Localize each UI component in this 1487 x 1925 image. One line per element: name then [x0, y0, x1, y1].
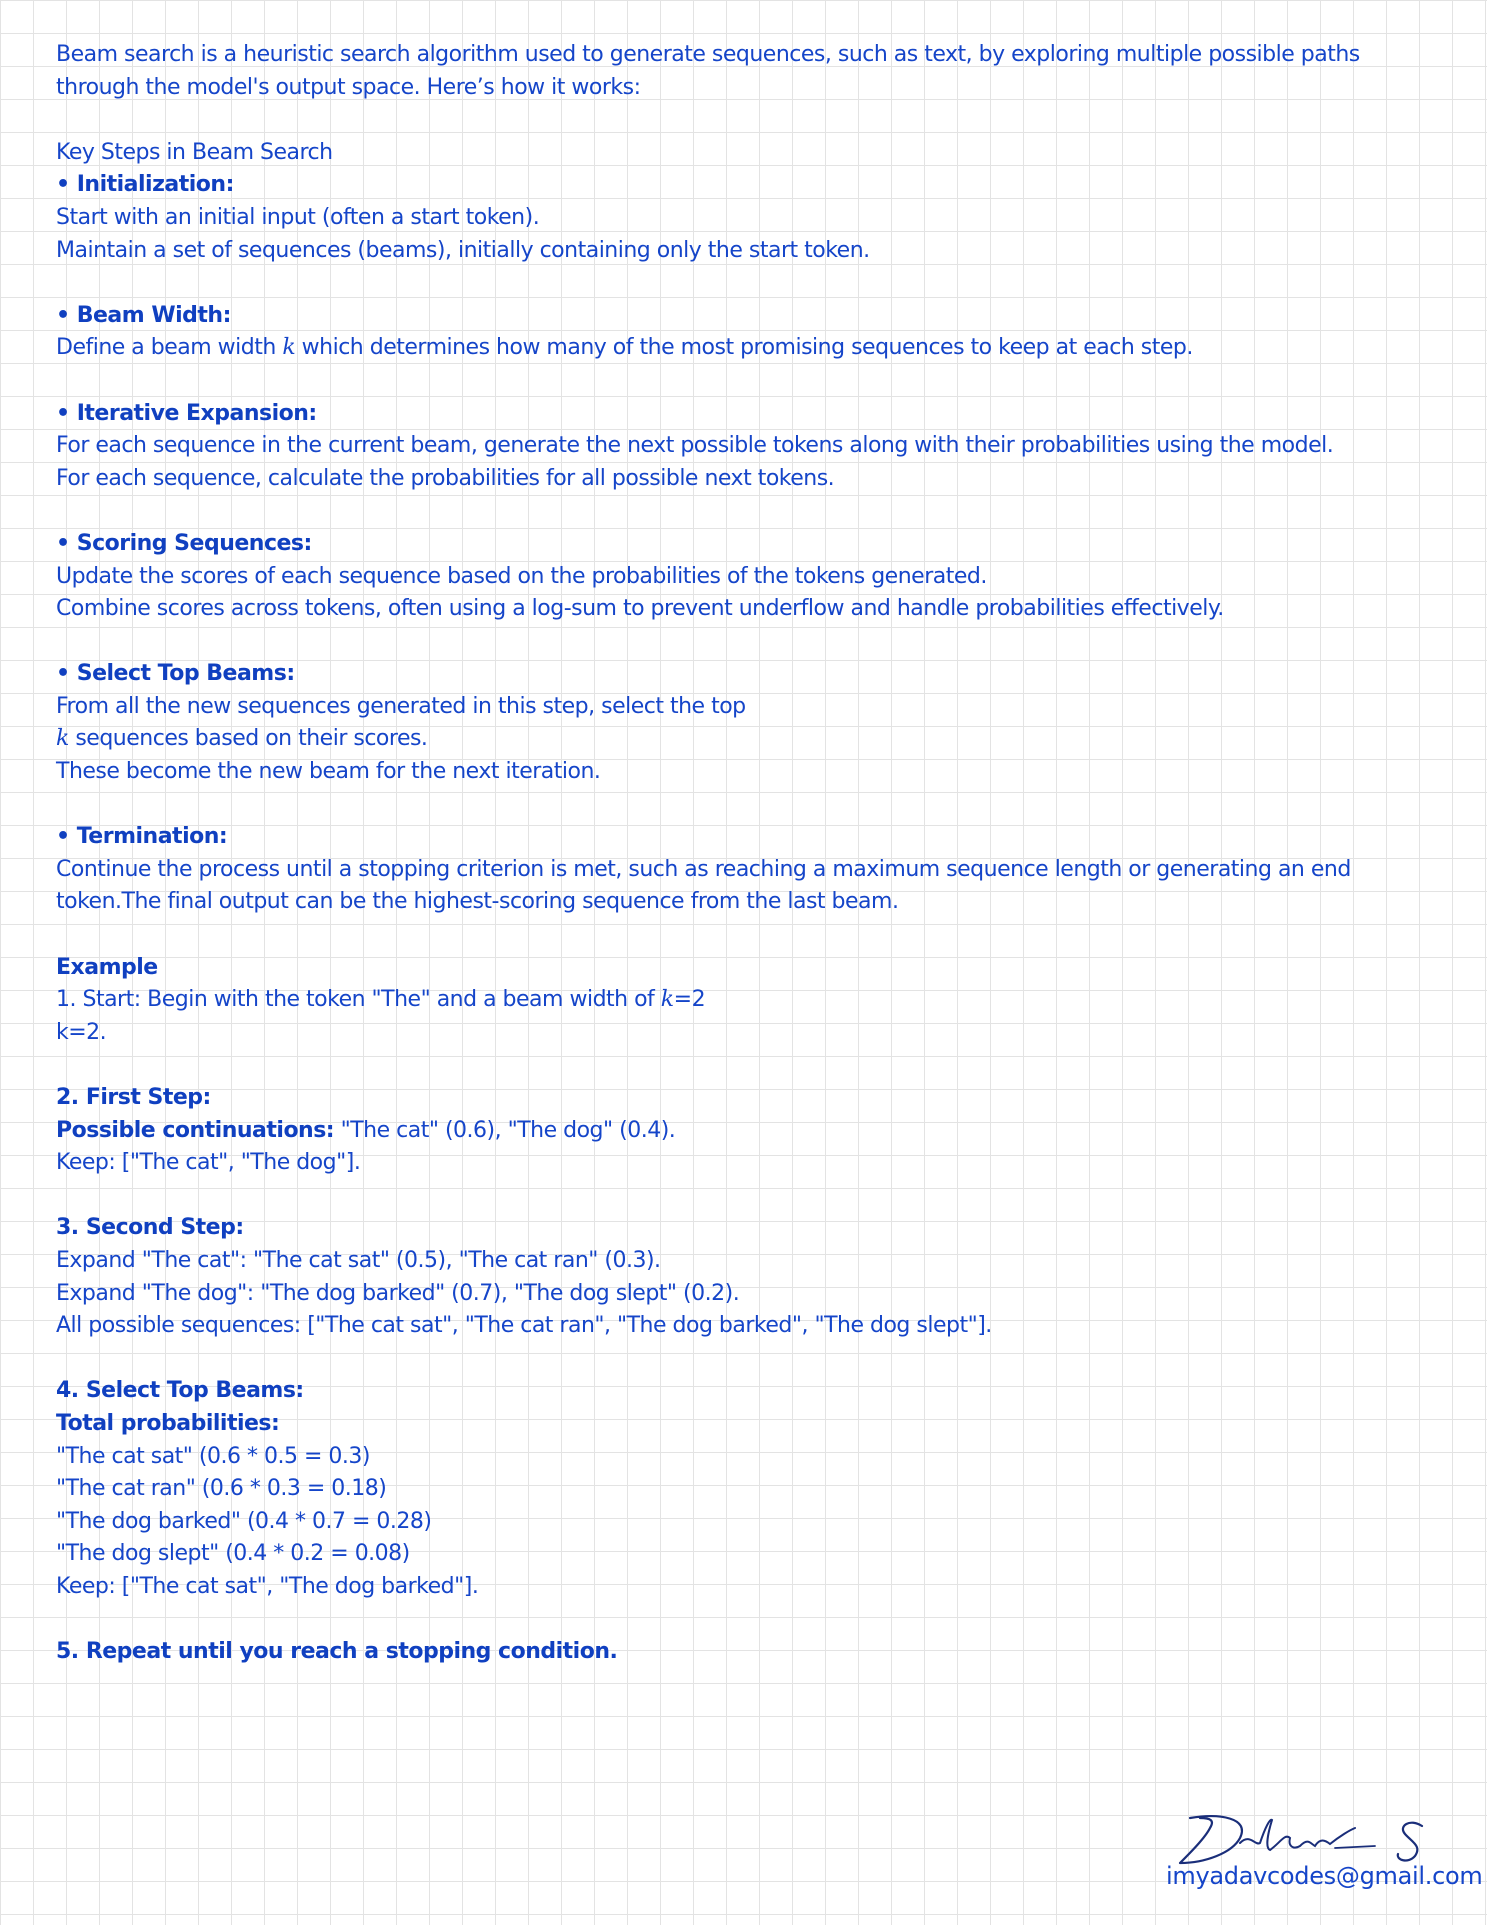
example-heading: Example: [56, 954, 158, 980]
example-step3-title: 3. Second Step:: [56, 1215, 244, 1241]
termination-line-2: token.The final output can be the highes…: [56, 889, 899, 915]
beam-width-line-post: which determines how many of the most pr…: [295, 335, 1194, 361]
select-top-line-2: k sequences based on their scores.: [56, 723, 1456, 756]
example-step2-value: "The cat" (0.6), "The dog" (0.4).: [334, 1117, 676, 1143]
iterative-expansion-line-1: For each sequence in the current beam, g…: [56, 433, 1334, 459]
termination-line-1: Continue the process until a stopping cr…: [56, 856, 1351, 882]
example-step5-title: 5. Repeat until you reach a stopping con…: [56, 1639, 618, 1665]
beam-width-title: • Beam Width:: [56, 302, 231, 328]
example-step1-line-2: k=2.: [56, 1019, 107, 1045]
select-top-line-1: From all the new sequences generated in …: [56, 693, 746, 719]
example-step2-title: 2. First Step:: [56, 1085, 211, 1110]
initialization-line-2: Maintain a set of sequences (beams), ini…: [56, 237, 870, 263]
key-steps-heading: Key Steps in Beam Search: [56, 139, 333, 165]
author-email: imyadavcodes@gmail.com: [1166, 1862, 1483, 1890]
select-top-line-3: These become the new beam for the next i…: [56, 759, 601, 785]
intro-line-2: through the model's output space. Here’s…: [56, 74, 641, 100]
termination-title: • Termination:: [56, 824, 228, 850]
scoring-line-1: Update the scores of each sequence based…: [56, 563, 987, 589]
scoring-title: • Scoring Sequences:: [56, 530, 312, 556]
example-step4-line-3: "The dog barked" (0.4 * 0.7 = 0.28): [56, 1508, 432, 1534]
example-step1-pre: 1. Start: Begin with the token "The" and…: [56, 987, 661, 1013]
example-step3-line-2: Expand "The dog": "The dog barked" (0.7)…: [56, 1280, 740, 1306]
example-step3-line-1: Expand "The cat": "The cat sat" (0.5), "…: [56, 1247, 661, 1273]
example-step2-keep: Keep: ["The cat", "The dog"].: [56, 1150, 361, 1176]
example-step4-line-1: "The cat sat" (0.6 * 0.5 = 0.3): [56, 1443, 370, 1469]
beam-width-line-pre: Define a beam width: [56, 335, 283, 361]
signature: [1178, 1815, 1424, 1865]
initialization-line-1: Start with an initial input (often a sta…: [56, 204, 540, 230]
initialization-title: • Initialization:: [56, 172, 234, 198]
iterative-expansion-line-2: For each sequence, calculate the probabi…: [56, 465, 835, 491]
example-step1-line-1: 1. Start: Begin with the token "The" and…: [56, 984, 1456, 1017]
scoring-line-2: Combine scores across tokens, often usin…: [56, 596, 1224, 622]
example-step4-subtitle: Total probabilities:: [56, 1410, 280, 1436]
select-top-k: k: [56, 726, 69, 752]
example-step4-line-2: "The cat ran" (0.6 * 0.3 = 0.18): [56, 1476, 387, 1502]
example-step1-k: k: [660, 987, 674, 1013]
example-step3-line-3: All possible sequences: ["The cat sat", …: [56, 1313, 992, 1339]
example-step2-line: Possible continuations: "The cat" (0.6),…: [56, 1115, 1456, 1148]
example-step4-line-4: "The dog slept" (0.4 * 0.2 = 0.08): [56, 1541, 410, 1567]
intro-line-1: Beam search is a heuristic search algori…: [56, 42, 1360, 67]
beam-width-line: Define a beam width k which determines h…: [56, 332, 1456, 365]
example-step4-line-5: Keep: ["The cat sat", "The dog barked"].: [56, 1573, 479, 1599]
select-top-line-2-post: sequences based on their scores.: [68, 726, 428, 752]
example-step4-title: 4. Select Top Beams:: [56, 1378, 304, 1404]
beam-width-k: k: [282, 335, 296, 361]
document-body: Beam search is a heuristic search algori…: [56, 39, 1456, 1669]
iterative-expansion-title: • Iterative Expansion:: [56, 400, 317, 426]
example-step2-label: Possible continuations:: [56, 1117, 335, 1143]
select-top-title: • Select Top Beams:: [56, 661, 295, 687]
example-step1-post: =2: [673, 987, 706, 1013]
